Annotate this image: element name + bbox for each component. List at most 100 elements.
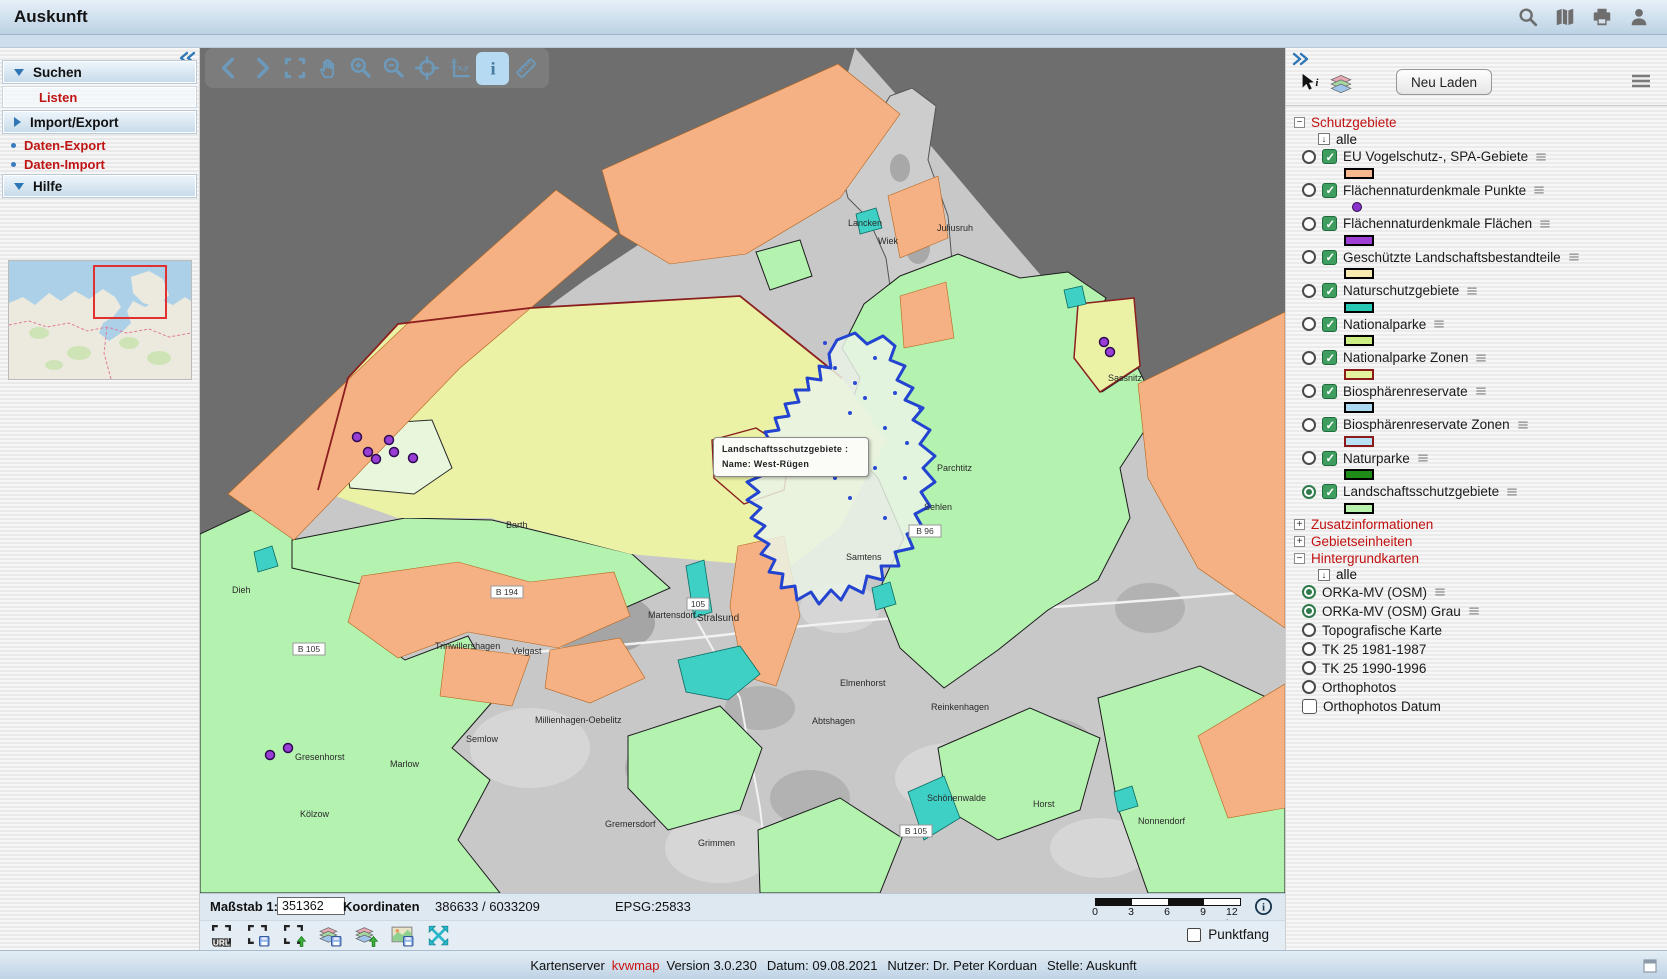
expand-group-icon[interactable]: + — [1294, 536, 1305, 547]
history-forward-icon[interactable] — [245, 52, 278, 85]
layer-menu-icon[interactable] — [1433, 585, 1447, 599]
layer-checkbox[interactable] — [1322, 149, 1337, 164]
reload-button[interactable]: Neu Laden — [1396, 69, 1492, 95]
zoom-in-icon[interactable] — [344, 52, 377, 85]
layer-menu-icon[interactable] — [1467, 604, 1481, 618]
layer-group-label: Zusatzinformationen — [1311, 517, 1433, 532]
map-info-icon[interactable]: i — [1254, 897, 1273, 916]
svg-text:x,y: x,y — [456, 63, 468, 72]
layers-stack-icon[interactable] — [1328, 70, 1354, 96]
layer-row-orthophotos: Orthophotos — [1294, 678, 1667, 697]
map-icon[interactable] — [1553, 5, 1577, 29]
collapse-group-icon[interactable]: − — [1294, 117, 1305, 128]
save-map-image-icon[interactable] — [389, 922, 416, 949]
url-extent-icon[interactable]: URL — [209, 922, 236, 949]
zoom-out-icon[interactable] — [377, 52, 410, 85]
layer-checkbox[interactable] — [1322, 484, 1337, 499]
layer-menu-icon[interactable] — [1432, 317, 1446, 331]
layer-label: Nationalparke Zonen — [1343, 350, 1468, 365]
punktfang-checkbox[interactable] — [1187, 928, 1201, 942]
layer-menu-icon[interactable] — [1567, 250, 1581, 264]
layer-radio[interactable] — [1302, 418, 1316, 432]
layer-checkbox[interactable] — [1322, 250, 1337, 265]
footer-brand[interactable]: kvwmap — [612, 958, 660, 973]
scale-input[interactable] — [277, 897, 345, 915]
layer-menu-icon[interactable] — [1474, 351, 1488, 365]
pointer-info-icon[interactable]: i — [1298, 72, 1320, 94]
layer-group-hintergrundkarten[interactable]: −Hintergrundkarten — [1294, 550, 1667, 567]
layer-checkbox[interactable] — [1302, 699, 1317, 714]
layer-radio[interactable] — [1302, 585, 1316, 599]
layer-menu-icon[interactable] — [1474, 384, 1488, 398]
print-icon[interactable] — [1590, 5, 1614, 29]
layer-checkbox[interactable] — [1322, 350, 1337, 365]
history-back-icon[interactable] — [212, 52, 245, 85]
overview-map[interactable] — [8, 260, 192, 380]
layer-radio[interactable] — [1302, 384, 1316, 398]
coordinates-xy-icon[interactable]: x,y — [443, 52, 476, 85]
zoom-full-arrows-icon[interactable] — [425, 922, 452, 949]
layer-menu-icon[interactable] — [1465, 284, 1479, 298]
layer-menu-icon[interactable] — [1534, 150, 1548, 164]
layer-radio[interactable] — [1302, 680, 1316, 694]
sidebar-item-listen[interactable]: Listen — [2, 86, 197, 108]
user-icon[interactable] — [1627, 5, 1651, 29]
layer-radio[interactable] — [1302, 150, 1316, 164]
layer-checkbox[interactable] — [1322, 283, 1337, 298]
layer-panel-menu-icon[interactable] — [1631, 73, 1651, 89]
layer-radio[interactable] — [1302, 317, 1316, 331]
layer-radio[interactable] — [1302, 351, 1316, 365]
map-label-dieh: Dieh — [232, 585, 251, 595]
layer-radio[interactable] — [1302, 642, 1316, 656]
layer-radio[interactable] — [1302, 604, 1316, 618]
layer-checkbox[interactable] — [1322, 417, 1337, 432]
layer-radio[interactable] — [1302, 661, 1316, 675]
layer-checkbox[interactable] — [1322, 216, 1337, 231]
layer-radio[interactable] — [1302, 183, 1316, 197]
layer-radio[interactable] — [1302, 284, 1316, 298]
layer-row-nationalparke: Nationalparke — [1294, 315, 1667, 334]
info-query-icon[interactable]: i — [476, 52, 509, 85]
pan-hand-icon[interactable] — [311, 52, 344, 85]
collapse-group-icon[interactable]: − — [1294, 553, 1305, 564]
load-extent-icon[interactable] — [281, 922, 308, 949]
save-extent-icon[interactable] — [245, 922, 272, 949]
save-layers-icon[interactable] — [317, 922, 344, 949]
layer-group-gebietseinheiten[interactable]: +Gebietseinheiten — [1294, 533, 1667, 550]
full-extent-corners-icon[interactable] — [278, 52, 311, 85]
layer-menu-icon[interactable] — [1505, 485, 1519, 499]
search-icon[interactable] — [1516, 5, 1540, 29]
layer-group-zusatzinformationen[interactable]: + Zusatzinformationen — [1294, 516, 1667, 533]
layer-group-schutzgebiete[interactable]: −Schutzgebiete — [1294, 114, 1667, 131]
sidebar-section-suchen[interactable]: Suchen — [2, 60, 197, 84]
select-all-layers[interactable]: ↓alle — [1294, 131, 1667, 147]
footer-window-icon[interactable] — [1643, 959, 1657, 973]
sidebar-section-hilfe[interactable]: Hilfe — [2, 174, 197, 198]
layer-checkbox[interactable] — [1322, 183, 1337, 198]
layer-radio[interactable] — [1302, 217, 1316, 231]
footer-prefix: Kartenserver — [530, 958, 604, 973]
layer-menu-icon[interactable] — [1538, 217, 1552, 231]
layer-legend-row — [1294, 334, 1667, 349]
load-layers-icon[interactable] — [353, 922, 380, 949]
sidebar-item-daten-export[interactable]: Daten-Export — [0, 136, 199, 155]
sidebar-section-import-export[interactable]: Import/Export — [2, 110, 197, 134]
select-all-layers[interactable]: ↓alle — [1294, 567, 1667, 583]
layer-checkbox[interactable] — [1322, 384, 1337, 399]
sidebar-item-daten-import[interactable]: Daten-Import — [0, 155, 199, 174]
layer-menu-icon[interactable] — [1416, 451, 1430, 465]
measure-ruler-icon[interactable] — [509, 52, 542, 85]
layer-radio[interactable] — [1302, 451, 1316, 465]
expand-right-sidebar-icon[interactable] — [1292, 52, 1310, 66]
expand-group-icon[interactable]: + — [1294, 519, 1305, 530]
layer-radio[interactable] — [1302, 250, 1316, 264]
layer-label: Naturschutzgebiete — [1343, 283, 1459, 298]
layer-radio[interactable] — [1302, 623, 1316, 637]
layer-menu-icon[interactable] — [1516, 418, 1530, 432]
legend-swatch — [1344, 503, 1374, 514]
layer-menu-icon[interactable] — [1532, 183, 1546, 197]
layer-checkbox[interactable] — [1322, 317, 1337, 332]
center-map-icon[interactable] — [410, 52, 443, 85]
layer-checkbox[interactable] — [1322, 451, 1337, 466]
layer-radio[interactable] — [1302, 485, 1316, 499]
